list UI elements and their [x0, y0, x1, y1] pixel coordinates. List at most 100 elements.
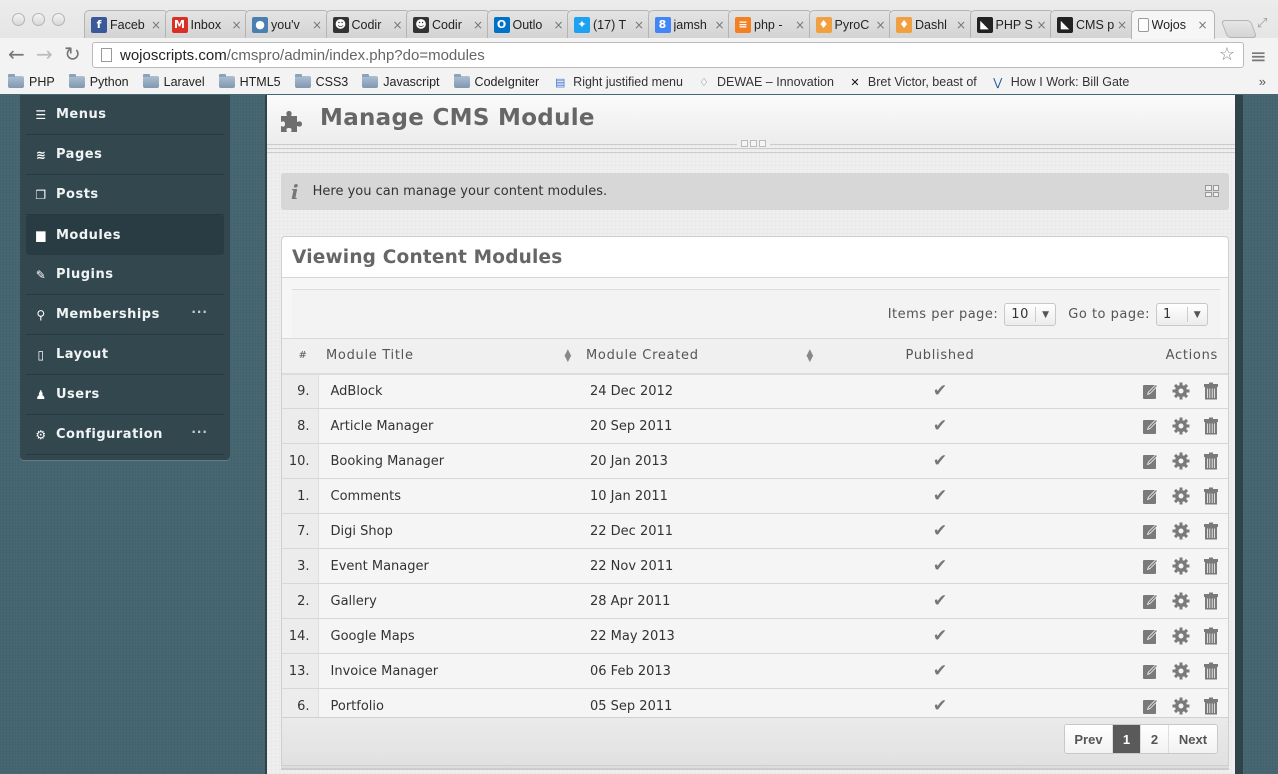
collapse-grip-icon[interactable]	[737, 140, 770, 147]
trash-icon[interactable]	[1202, 592, 1220, 610]
gear-icon[interactable]	[1172, 487, 1190, 505]
gear-icon[interactable]	[1172, 522, 1190, 540]
bookmark-star-icon[interactable]: ☆	[1219, 44, 1235, 65]
checkmark-icon[interactable]: ✔	[933, 626, 947, 646]
close-tab-icon[interactable]: ×	[473, 18, 483, 32]
browser-tab[interactable]: ♦ Dashl ×	[889, 10, 973, 38]
page-2-button[interactable]: 2	[1141, 725, 1169, 753]
page-1-button[interactable]: 1	[1113, 725, 1141, 753]
browser-tab[interactable]: ☻ Codir ×	[406, 10, 490, 38]
next-page-button[interactable]: Next	[1169, 725, 1217, 753]
bookmark-folder[interactable]: CodeIgniter	[453, 74, 539, 89]
sort-icon[interactable]: ▲ ▼	[564, 349, 572, 364]
edit-icon[interactable]	[1142, 697, 1160, 715]
browser-menu-icon[interactable]: ≡	[1250, 44, 1267, 68]
edit-icon[interactable]	[1142, 557, 1160, 575]
gear-icon[interactable]	[1172, 557, 1190, 575]
edit-icon[interactable]	[1142, 662, 1160, 680]
checkmark-icon[interactable]: ✔	[933, 381, 947, 401]
close-tab-icon[interactable]: ×	[231, 18, 241, 32]
browser-tab[interactable]: ☻ Codir ×	[325, 10, 410, 38]
sidebar-item-pages[interactable]: ≋ Pages	[26, 135, 224, 175]
forward-button[interactable]: →	[36, 42, 53, 66]
trash-icon[interactable]	[1202, 627, 1220, 645]
more-icon[interactable]: ···	[191, 425, 208, 439]
close-tab-icon[interactable]: ×	[392, 18, 402, 32]
close-tab-icon[interactable]: ×	[151, 18, 161, 32]
sidebar-item-menus[interactable]: ☰ Menus	[26, 95, 224, 135]
sidebar-item-memberships[interactable]: ⚲ Memberships ···	[26, 295, 224, 335]
edit-icon[interactable]	[1142, 627, 1160, 645]
sidebar-item-plugins[interactable]: ✎ Plugins	[26, 255, 224, 295]
trash-icon[interactable]	[1202, 522, 1220, 540]
bookmark-folder[interactable]: HTML5	[218, 74, 281, 89]
back-button[interactable]: ←	[8, 42, 25, 66]
browser-tab[interactable]: ◣ PHP S ×	[969, 10, 1054, 38]
edit-icon[interactable]	[1142, 522, 1160, 540]
new-tab-button[interactable]	[1220, 20, 1258, 38]
gear-icon[interactable]	[1172, 697, 1190, 715]
gear-icon[interactable]	[1172, 382, 1190, 400]
go-to-page-select[interactable]: 1 ▼	[1156, 303, 1208, 326]
sort-icon[interactable]: ▲ ▼	[806, 349, 814, 364]
browser-tab[interactable]: ● you'v ×	[245, 10, 329, 38]
edit-icon[interactable]	[1142, 417, 1160, 435]
trash-icon[interactable]	[1202, 557, 1220, 575]
trash-icon[interactable]	[1202, 662, 1220, 680]
bookmark-link[interactable]: ♢ DEWAE – Innovation	[697, 75, 834, 89]
gear-icon[interactable]	[1172, 452, 1190, 470]
close-tab-icon[interactable]: ×	[956, 18, 966, 32]
bookmark-folder[interactable]: Javascript	[362, 74, 440, 89]
browser-tab[interactable]: Wojos ×	[1130, 10, 1215, 39]
close-tab-icon[interactable]: ×	[1036, 18, 1046, 32]
sidebar-item-configuration[interactable]: ⚙ Configuration ···	[26, 415, 224, 455]
reload-button[interactable]: ↻	[64, 42, 81, 66]
browser-tab[interactable]: ◣ CMS p ×	[1050, 10, 1134, 38]
more-icon[interactable]: ···	[191, 305, 208, 319]
edit-icon[interactable]	[1142, 487, 1160, 505]
close-tab-icon[interactable]: ×	[795, 18, 805, 32]
bookmark-link[interactable]: ✕ Bret Victor, beast of	[848, 75, 976, 89]
sidebar-item-users[interactable]: ♟ Users	[26, 375, 224, 415]
checkmark-icon[interactable]: ✔	[933, 416, 947, 436]
bookmark-link[interactable]: ▤ Right justified menu	[553, 75, 683, 89]
trash-icon[interactable]	[1202, 382, 1220, 400]
browser-tab[interactable]: f Faceb ×	[84, 10, 168, 38]
window-minimize-button[interactable]	[32, 13, 45, 26]
checkmark-icon[interactable]: ✔	[933, 661, 947, 681]
browser-tab[interactable]: ✦ (17) T ×	[567, 10, 651, 38]
close-tab-icon[interactable]: ×	[553, 18, 563, 32]
close-tab-icon[interactable]: ×	[1117, 18, 1127, 32]
sidebar-item-modules[interactable]: ▆ Modules	[26, 215, 224, 255]
bookmark-folder[interactable]: Laravel	[142, 74, 205, 89]
prev-page-button[interactable]: Prev	[1065, 725, 1113, 753]
checkmark-icon[interactable]: ✔	[933, 556, 947, 576]
gear-icon[interactable]	[1172, 417, 1190, 435]
close-tab-icon[interactable]: ×	[875, 18, 885, 32]
gear-icon[interactable]	[1172, 592, 1190, 610]
bookmarks-overflow-button[interactable]: »	[1259, 74, 1266, 89]
edit-icon[interactable]	[1142, 592, 1160, 610]
gear-icon[interactable]	[1172, 627, 1190, 645]
checkmark-icon[interactable]: ✔	[933, 591, 947, 611]
browser-tab[interactable]: ≡ php - ×	[728, 10, 812, 38]
address-bar[interactable]: wojoscripts.com/cmspro/admin/index.php?d…	[92, 42, 1244, 68]
close-tab-icon[interactable]: ×	[1197, 18, 1207, 32]
close-tab-icon[interactable]: ×	[312, 18, 322, 32]
trash-icon[interactable]	[1202, 487, 1220, 505]
bookmark-folder[interactable]: Python	[68, 74, 129, 89]
checkmark-icon[interactable]: ✔	[933, 486, 947, 506]
trash-icon[interactable]	[1202, 452, 1220, 470]
sidebar-item-posts[interactable]: ❐ Posts	[26, 175, 224, 215]
checkmark-icon[interactable]: ✔	[933, 521, 947, 541]
fullscreen-icon[interactable]: ⤢	[1257, 16, 1267, 31]
browser-tab[interactable]: O Outlo ×	[486, 10, 571, 38]
window-close-button[interactable]	[12, 13, 25, 26]
items-per-page-select[interactable]: 10 ▼	[1004, 303, 1057, 326]
toggle-icon[interactable]	[1205, 185, 1219, 197]
browser-tab[interactable]: M Inbox ×	[164, 10, 249, 38]
bookmark-link[interactable]: ⋁ How I Work: Bill Gate	[991, 75, 1129, 89]
bookmark-folder[interactable]: CSS3	[294, 74, 348, 89]
trash-icon[interactable]	[1202, 697, 1220, 715]
trash-icon[interactable]	[1202, 417, 1220, 435]
